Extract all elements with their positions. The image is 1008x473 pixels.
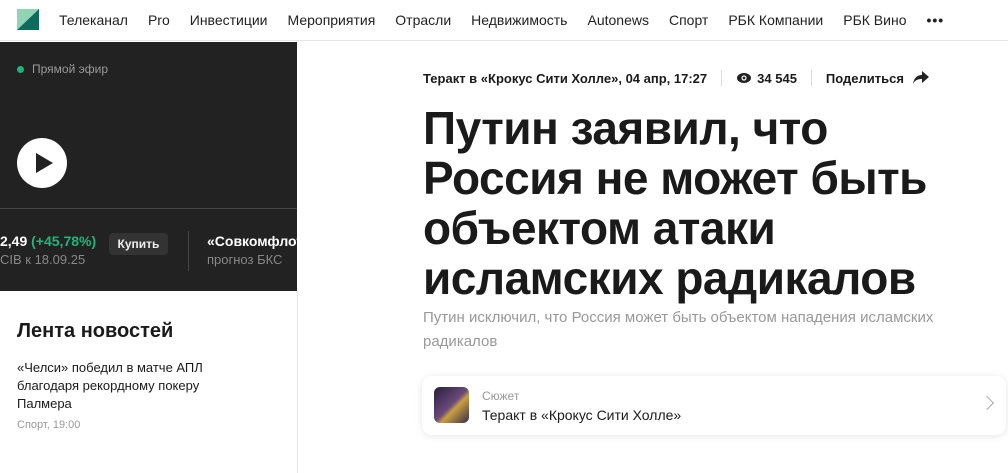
share-icon[interactable] — [912, 71, 929, 85]
divider — [188, 231, 189, 271]
divider — [297, 291, 298, 473]
story-title: Теракт в «Крокус Сити Холле» — [482, 407, 682, 423]
nav-item[interactable]: Телеканал — [59, 12, 128, 28]
play-button[interactable] — [17, 138, 67, 188]
divider — [0, 208, 297, 209]
nav-item[interactable]: Спорт — [669, 12, 708, 28]
article-title: Путин заявил, что Россия не может быть о… — [423, 102, 927, 304]
chevron-right-icon — [979, 395, 995, 411]
more-icon[interactable]: ••• — [926, 12, 944, 28]
story-kicker: Сюжет — [482, 389, 520, 403]
story-card[interactable]: Сюжет Теракт в «Крокус Сити Холле» — [422, 376, 1006, 435]
ticker-next-title[interactable]: «Совкомфлот — [207, 233, 297, 249]
nav-item[interactable]: Отрасли — [395, 12, 451, 28]
article-meta: Теракт в «Крокус Сити Холле», 04 апр, 17… — [423, 70, 929, 86]
nav-item[interactable]: РБК Компании — [728, 12, 823, 28]
nav-item[interactable]: Недвижимость — [471, 12, 567, 28]
ticker-price: 2,49 (+45,78%) — [0, 233, 97, 249]
eye-icon — [737, 73, 752, 83]
ticker-next-note: прогноз БКС — [207, 252, 283, 267]
rbc-logo[interactable] — [17, 9, 39, 30]
views-count: 34 545 — [757, 70, 797, 86]
article-subtitle: Путин исключил, что Россия может быть об… — [423, 309, 934, 350]
nav-item[interactable]: Мероприятия — [288, 12, 376, 28]
live-panel: Прямой эфир 2,49 (+45,78%) CIB к 18.09.2… — [0, 42, 297, 291]
nav-item[interactable]: РБК Вино — [843, 12, 906, 28]
nav-item[interactable]: Autonews — [587, 12, 648, 28]
live-dot-icon — [17, 65, 24, 73]
story-thumbnail — [434, 387, 469, 423]
feed-title: Лента новостей — [17, 320, 174, 342]
story-link[interactable]: Теракт в «Крокус Сити Холле», 04 апр, 17… — [423, 71, 707, 86]
feed-item-title[interactable]: «Челси» победил в матче АПЛ благодаря ре… — [17, 359, 247, 413]
share-button[interactable]: Поделиться — [826, 71, 904, 86]
ticker-note: CIB к 18.09.25 — [0, 252, 86, 267]
nav-item[interactable]: Инвестиции — [190, 12, 268, 28]
feed-item-meta: Спорт, 19:00 — [17, 419, 81, 431]
buy-button[interactable]: Купить — [109, 233, 168, 255]
nav-item[interactable]: Pro — [148, 12, 170, 28]
top-nav: Телеканал Pro Инвестиции Мероприятия Отр… — [0, 0, 1008, 41]
live-indicator[interactable]: Прямой эфир — [17, 62, 108, 76]
